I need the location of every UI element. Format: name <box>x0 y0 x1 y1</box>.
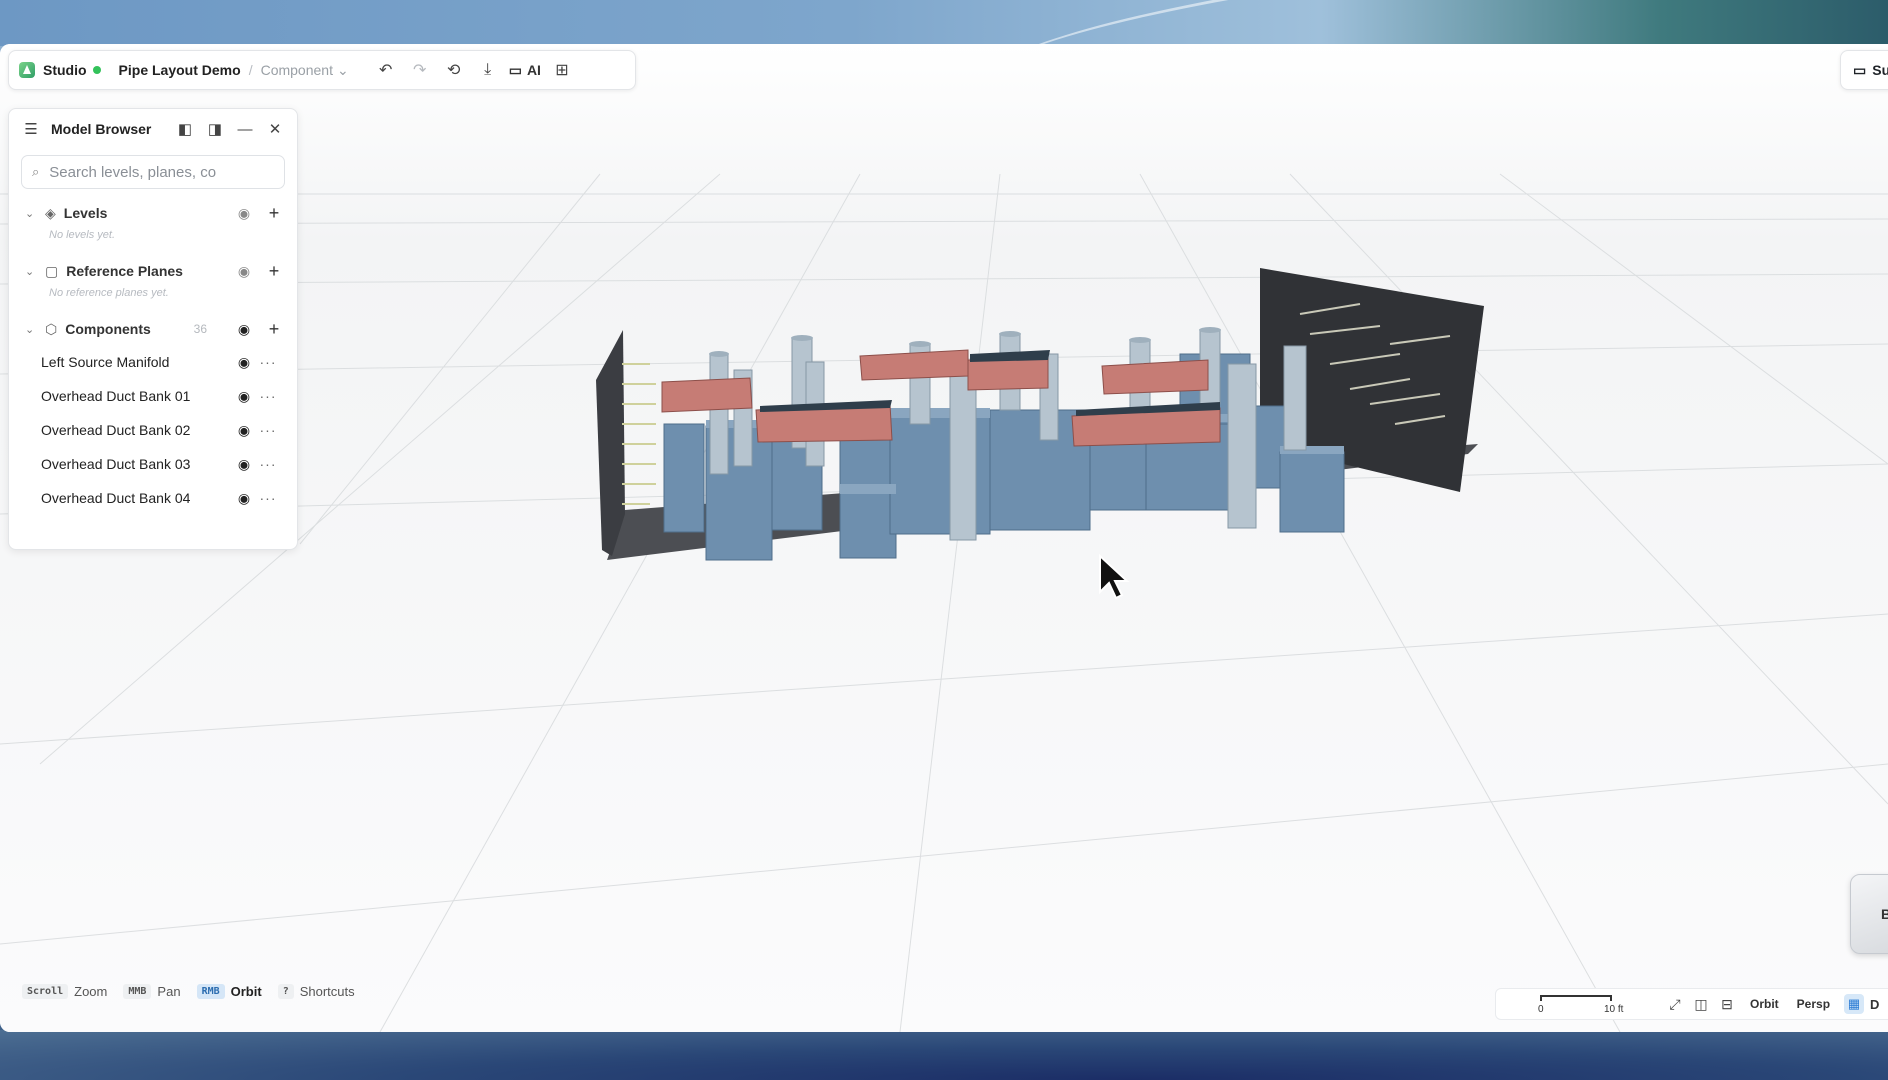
cube-icon: ⬡ <box>45 320 58 337</box>
component-name: Overhead Duct Bank 04 <box>41 490 191 506</box>
split-vertical-icon[interactable]: ◫ <box>1688 996 1714 1013</box>
studio-logo-icon <box>19 62 35 78</box>
view-controls-bar: 0 10 ft ⤢ ◫ ⊟ Orbit Persp ▦ D <box>1495 988 1888 1020</box>
components-label: Components <box>65 321 151 337</box>
dock-left-icon[interactable]: ◧ <box>175 119 195 139</box>
view-cube-face-label: B <box>1881 906 1888 922</box>
grid-apps-icon[interactable]: ⊞ <box>549 57 575 83</box>
hint-key[interactable]: ? <box>277 984 294 999</box>
view-cube[interactable]: B <box>1850 874 1888 954</box>
hint-action-active: Orbit <box>230 984 262 999</box>
model-browser-panel: ☰ Model Browser ◧ ◨ — ✕ ⌕ ⌄ ◈ Levels ◉ +… <box>8 108 298 550</box>
orbit-mode-button[interactable]: Orbit <box>1750 997 1779 1011</box>
layers-icon: ◈ <box>45 204 56 221</box>
download-icon[interactable]: ⤓ <box>475 57 501 83</box>
hint-key: Scroll <box>22 984 69 999</box>
component-item[interactable]: Overhead Duct Bank 01 ◉ ··· <box>9 379 297 413</box>
desktop-wallpaper-bottom <box>0 1030 1888 1080</box>
right-chat-pill[interactable]: ▭ Su <box>1840 50 1888 90</box>
shortcuts-link[interactable]: Shortcuts <box>300 984 355 999</box>
component-item[interactable]: Overhead Duct Bank 03 ◉ ··· <box>9 447 297 481</box>
component-name: Overhead Duct Bank 03 <box>41 456 191 472</box>
tree-list-icon: ☰ <box>24 121 38 138</box>
scale-bar-line <box>1540 995 1612 1001</box>
add-component-icon[interactable]: + <box>263 319 285 340</box>
chevron-down-icon: ⌄ <box>336 61 349 78</box>
plane-icon: ▢ <box>45 262 59 279</box>
section-components[interactable]: ⌄ ⬡ Components 36 ◉ + <box>9 313 297 345</box>
visibility-eye-icon[interactable]: ◉ <box>233 490 255 507</box>
search-icon: ⌕ <box>32 164 40 179</box>
more-options-icon[interactable]: ··· <box>255 388 281 404</box>
component-item[interactable]: Overhead Duct Bank 04 ◉ ··· <box>9 481 297 515</box>
more-options-icon[interactable]: ··· <box>255 490 281 506</box>
ai-label: AI <box>526 62 541 78</box>
visibility-eye-icon[interactable]: ◉ <box>233 354 255 371</box>
chat-bubble-icon: ▭ <box>1853 61 1867 78</box>
split-horizontal-icon[interactable]: ⊟ <box>1714 996 1740 1013</box>
levels-label: Levels <box>63 205 108 221</box>
dock-right-icon[interactable]: ◨ <box>205 119 225 139</box>
search-field[interactable]: ⌕ <box>21 155 285 189</box>
component-name: Left Source Manifold <box>41 354 170 370</box>
chevron-down-icon[interactable]: ⌄ <box>25 207 37 220</box>
more-options-icon[interactable]: ··· <box>255 422 281 438</box>
breadcrumb-separator: / <box>248 62 253 78</box>
visibility-eye-icon[interactable]: ◉ <box>233 388 255 405</box>
right-pill-label: Su <box>1872 62 1888 78</box>
component-item[interactable]: Overhead Duct Bank 02 ◉ ··· <box>9 413 297 447</box>
status-dot <box>92 66 101 74</box>
hint-key: MMB <box>123 984 152 999</box>
redo-icon[interactable]: ↷ <box>407 57 433 83</box>
add-level-icon[interactable]: + <box>263 203 285 224</box>
grid-toggle-icon[interactable]: ▦ <box>1844 994 1865 1014</box>
model-browser-header: ☰ Model Browser ◧ ◨ — ✕ <box>9 109 297 149</box>
visibility-eye-icon[interactable]: ◉ <box>233 422 255 439</box>
close-icon[interactable]: ✕ <box>265 119 285 139</box>
app-window: Studio Pipe Layout Demo / Component ⌄ ↶ … <box>0 44 1888 1032</box>
project-name[interactable]: Pipe Layout Demo <box>119 62 241 78</box>
scale-bar: 0 10 ft <box>1538 993 1623 1015</box>
component-name: Overhead Duct Bank 02 <box>41 422 191 438</box>
navigation-hints: Scroll Zoom MMB Pan RMB Orbit ? Shortcut… <box>22 984 365 999</box>
app-name[interactable]: Studio <box>43 62 87 78</box>
search-input[interactable] <box>47 162 232 182</box>
minimize-icon[interactable]: — <box>235 119 255 139</box>
scale-end-label: 10 ft <box>1604 1004 1624 1015</box>
chat-bubble-icon: ▭ <box>508 61 522 78</box>
model-browser-title: Model Browser <box>51 121 152 137</box>
projection-toggle[interactable]: Persp <box>1797 997 1830 1011</box>
component-name: Overhead Duct Bank 01 <box>41 388 191 404</box>
hint-key-active: RMB <box>196 984 225 999</box>
component-item[interactable]: Left Source Manifold ◉ ··· <box>9 345 297 379</box>
share-icon[interactable]: ⟲ <box>441 57 467 83</box>
ai-chat-button[interactable]: ▭ AI <box>509 62 541 79</box>
chevron-down-icon[interactable]: ⌄ <box>25 265 37 278</box>
visibility-eye-icon[interactable]: ◉ <box>233 263 255 280</box>
top-toolbar: Studio Pipe Layout Demo / Component ⌄ ↶ … <box>8 50 636 90</box>
mode-dropdown-label: Component <box>260 62 333 78</box>
display-mode-button[interactable]: D <box>1870 997 1879 1012</box>
hint-action: Zoom <box>74 984 108 999</box>
components-count: 36 <box>193 322 207 336</box>
fullscreen-icon[interactable]: ⤢ <box>1662 996 1688 1013</box>
visibility-eye-icon[interactable]: ◉ <box>233 205 255 222</box>
mode-dropdown[interactable]: Component ⌄ <box>261 62 349 79</box>
hint-action: Pan <box>157 984 181 999</box>
undo-icon[interactable]: ↶ <box>373 57 399 83</box>
chevron-down-icon[interactable]: ⌄ <box>25 323 37 336</box>
more-options-icon[interactable]: ··· <box>255 354 281 370</box>
scale-start-label: 0 <box>1538 1004 1544 1015</box>
reference-planes-label: Reference Planes <box>66 263 183 279</box>
visibility-eye-icon[interactable]: ◉ <box>233 321 255 338</box>
add-reference-plane-icon[interactable]: + <box>263 261 285 282</box>
reference-planes-empty-note: No reference planes yet. <box>49 287 169 299</box>
desktop-wallpaper-top <box>0 0 1888 122</box>
more-options-icon[interactable]: ··· <box>255 456 281 472</box>
levels-empty-note: No levels yet. <box>49 229 116 241</box>
section-reference-planes[interactable]: ⌄ ▢ Reference Planes ◉ + <box>9 255 297 287</box>
section-levels[interactable]: ⌄ ◈ Levels ◉ + <box>9 197 297 229</box>
visibility-eye-icon[interactable]: ◉ <box>233 456 255 473</box>
